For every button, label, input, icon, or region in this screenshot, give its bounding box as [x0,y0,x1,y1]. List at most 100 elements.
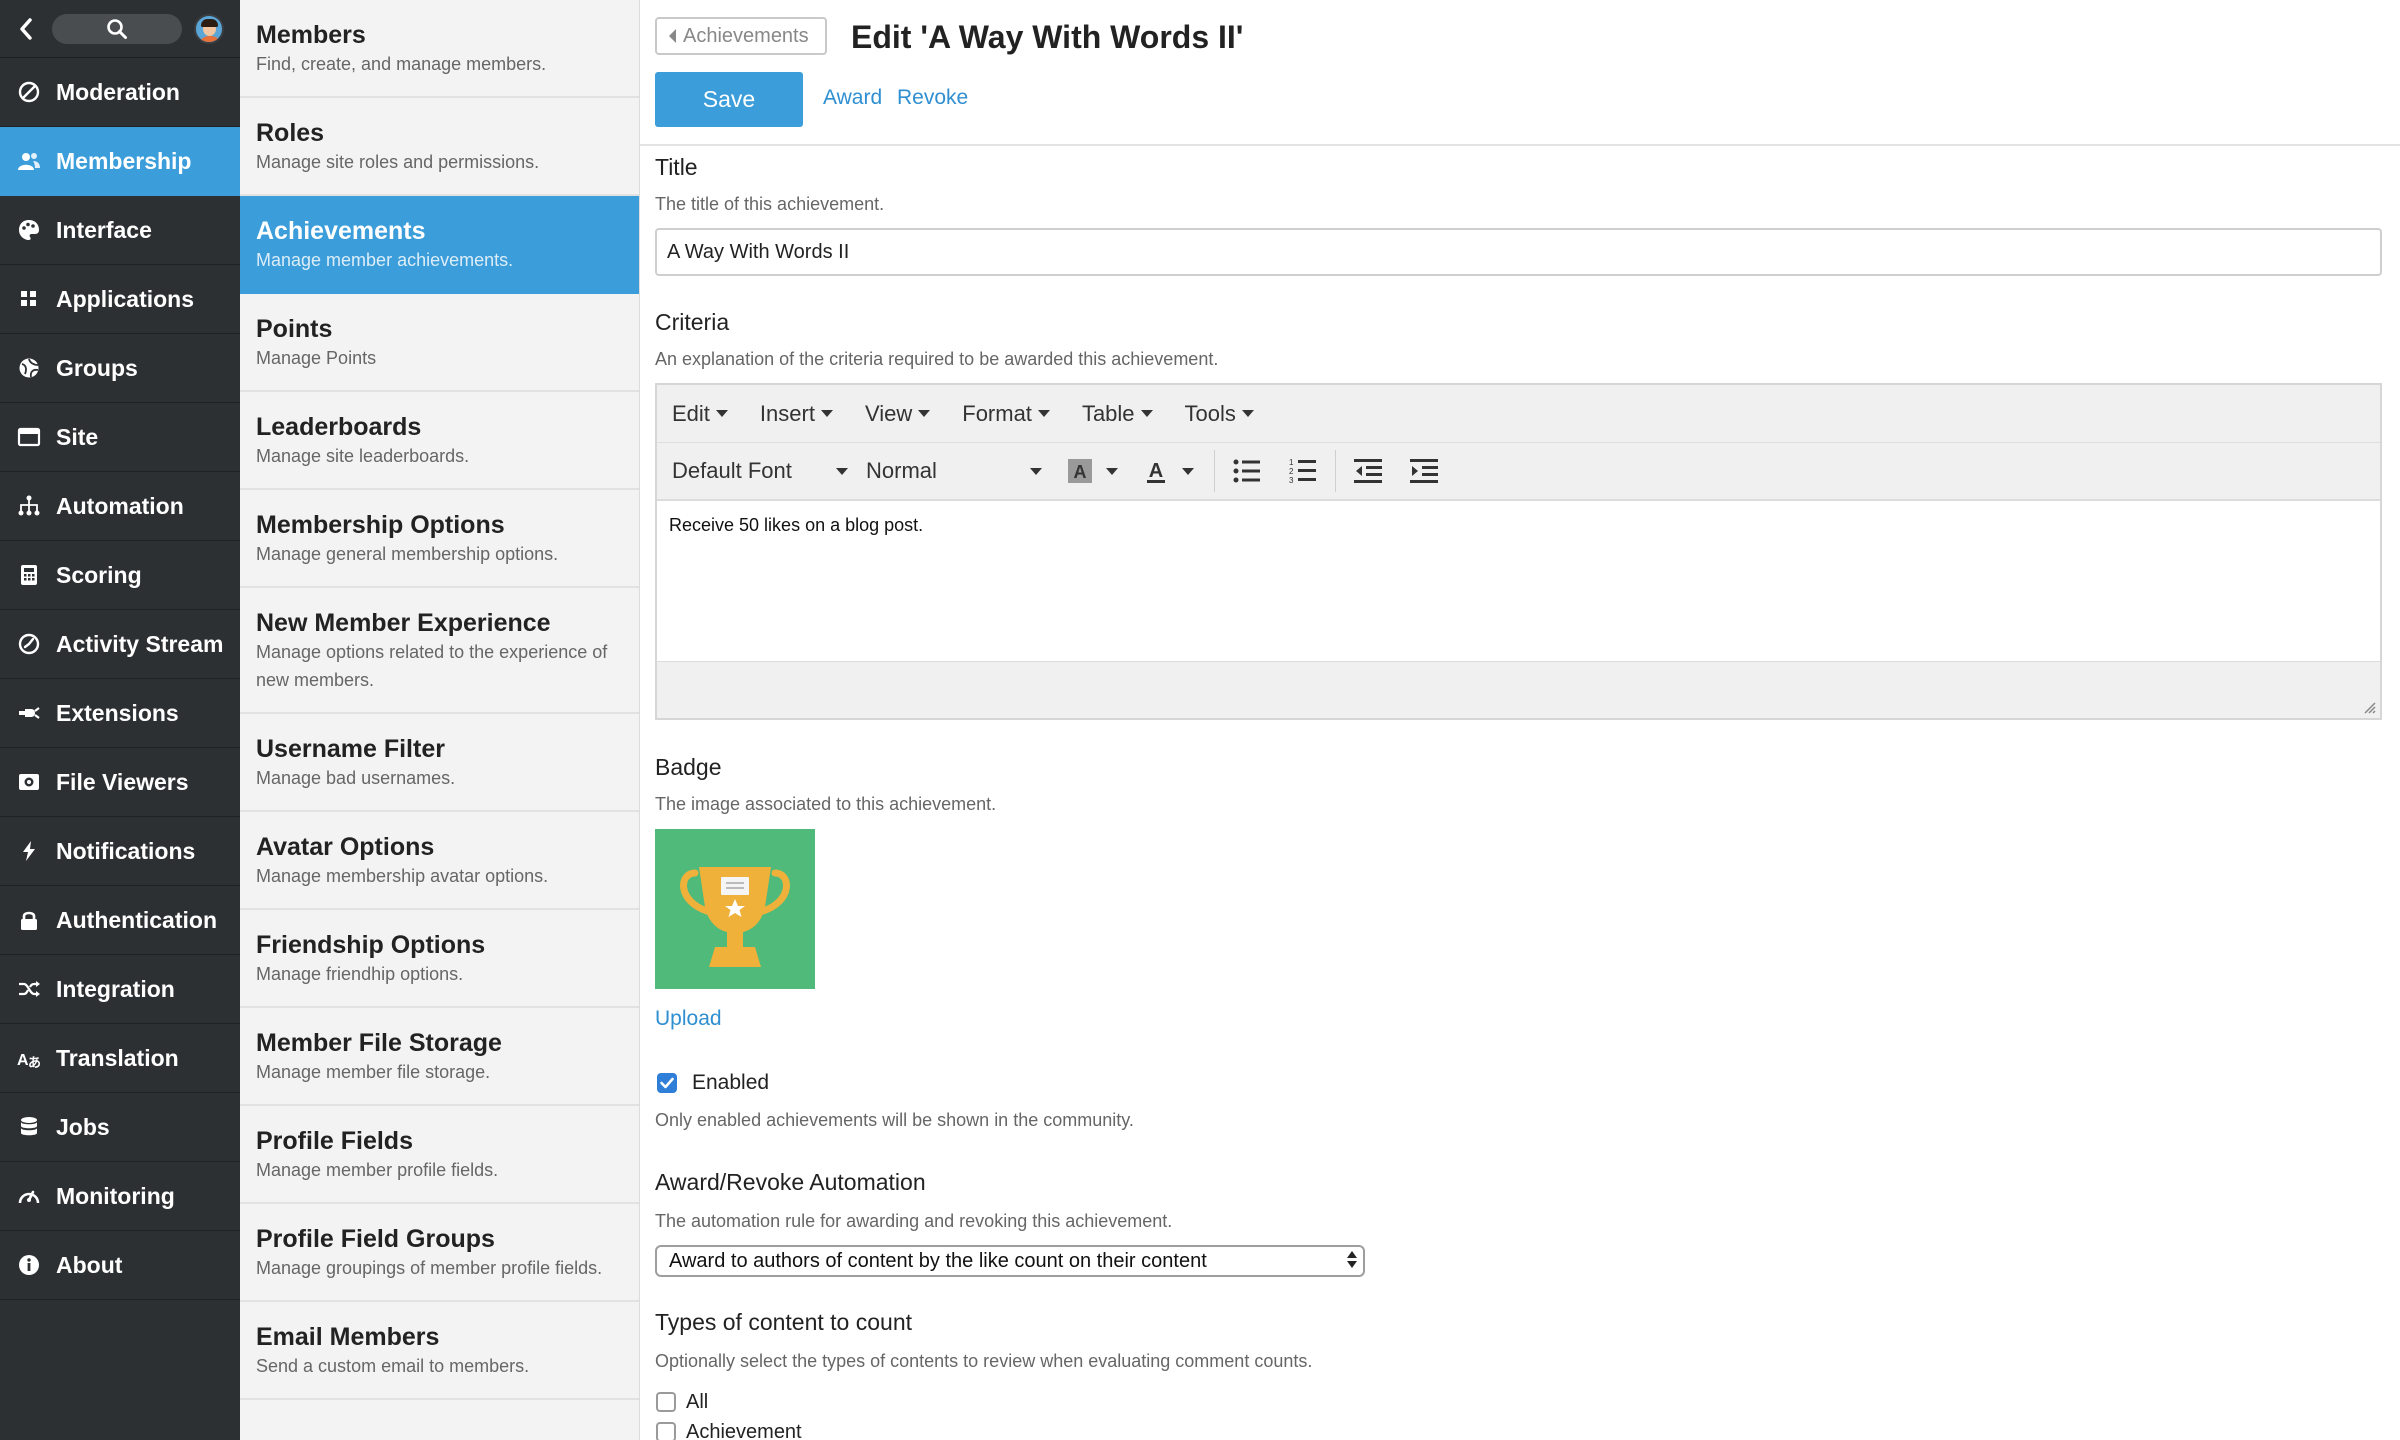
caret-down-icon [918,410,931,417]
editor-content-text: Receive 50 likes on a blog post. [669,515,924,535]
indent-icon [1410,459,1438,483]
subnav-item-points[interactable]: Points Manage Points [240,294,639,392]
svg-text:2: 2 [1289,467,1294,476]
nav-item-moderation[interactable]: Moderation [0,58,240,127]
subnav-item-avatar-options[interactable]: Avatar Options Manage membership avatar o… [240,812,639,910]
avatar[interactable] [194,13,224,44]
editor-menubar: Edit Insert View Format Table Tools [657,385,2380,443]
enabled-label: Enabled [692,1071,770,1094]
primary-nav: Moderation Membership Interface Application… [0,0,240,1440]
nav-item-site[interactable]: Site [0,403,240,472]
text-color-button[interactable]: A [1142,451,1170,491]
criteria-description: An explanation of the criteria required … [655,349,1219,369]
numbered-list-button[interactable]: 123 [1283,451,1323,491]
nav-item-authentication[interactable]: Authentication [0,886,240,955]
subnav-item-description: Manage friendhip options. [256,964,464,984]
editor-menu-view[interactable]: View [865,401,931,427]
nav-item-about[interactable]: About [0,1231,240,1300]
editor-content-area[interactable]: Receive 50 likes on a blog post. [657,501,2380,661]
search-icon [107,18,127,39]
nav-item-monitoring[interactable]: Monitoring [0,1162,240,1231]
nav-item-label: Automation [56,492,184,519]
title-input[interactable] [655,228,2382,276]
membership-icon [16,148,42,174]
editor-menu-table[interactable]: Table [1082,401,1153,427]
editor-menu-format[interactable]: Format [962,401,1050,427]
upload-link[interactable]: Upload [655,1007,722,1031]
subnav-item-title: Avatar Options [256,833,435,861]
nav-item-jobs[interactable]: Jobs [0,1093,240,1162]
nav-item-notifications[interactable]: Notifications [0,817,240,886]
info-icon [16,1252,42,1278]
nav-item-extensions[interactable]: Extensions [0,679,240,748]
nav-item-activity-stream[interactable]: Activity Stream [0,610,240,679]
subnav-item-description: Manage membership avatar options. [256,866,549,886]
automation-select-value: Award to authors of content by the like … [669,1249,1207,1272]
subnav-item-new-member-experience[interactable]: New Member Experience Manage options rela… [240,588,639,714]
subnav-item-membership-options[interactable]: Membership Options Manage general members… [240,490,639,588]
editor-menu-edit[interactable]: Edit [672,401,728,427]
subnav-item-title: Members [256,21,366,49]
editor-menu-tools[interactable]: Tools [1185,401,1254,427]
indent-button[interactable] [1404,451,1444,491]
window-icon [16,424,42,450]
background-color-button[interactable]: A [1066,451,1094,491]
subnav-item-description: Manage Points [256,348,377,368]
font-family-select[interactable]: Default Font [672,458,848,484]
automation-label: Award/Revoke Automation [655,1169,926,1195]
enabled-checkbox[interactable] [657,1073,677,1093]
nav-item-file-viewers[interactable]: File Viewers [0,748,240,817]
background-color-dropdown[interactable] [1098,451,1126,491]
subnav-item-achievements[interactable]: Achievements Manage member achievements. [240,196,639,294]
subnav-item-leaderboards[interactable]: Leaderboards Manage site leaderboards. [240,392,639,490]
editor-menu-insert[interactable]: Insert [760,401,833,427]
nav-top-bar [0,0,240,58]
enabled-description: Only enabled achievements will be shown … [655,1110,1134,1130]
moderation-icon [16,79,42,105]
subnav-item-email-members[interactable]: Email Members Send a custom email to memb… [240,1302,639,1400]
text-color-dropdown[interactable] [1174,451,1202,491]
revoke-link[interactable]: Revoke [897,86,968,110]
svg-text:あ: あ [28,1055,41,1070]
editor-menu-label: Format [962,400,1032,426]
subnav-item-members[interactable]: Members Find, create, and manage members. [240,0,639,98]
subnav-item-roles[interactable]: Roles Manage site roles and permissions. [240,98,639,196]
resize-handle-icon[interactable] [2362,700,2376,714]
nav-item-applications[interactable]: Applications [0,265,240,334]
type-checkbox-achievement[interactable] [656,1422,676,1440]
subnav-item-title: Member File Storage [256,1029,502,1057]
nav-search-button[interactable] [52,13,182,44]
font-size-select[interactable]: Normal [866,458,1042,484]
editor-menu-label: Insert [759,400,815,426]
automation-select[interactable]: Award to authors of content by the like … [655,1245,1365,1277]
subnav-item-profile-field-groups[interactable]: Profile Field Groups Manage groupings of … [240,1204,639,1302]
nav-item-translation[interactable]: A あ Translation [0,1024,240,1093]
toolbar-divider [1214,450,1215,492]
type-checkbox-all[interactable] [656,1392,676,1412]
subnav-item-username-filter[interactable]: Username Filter Manage bad usernames. [240,714,639,812]
title-label: Title [655,154,698,180]
editor-toolbar: Default Font Normal A A 123 [657,443,2380,501]
trophy-icon [680,867,790,967]
nav-item-integration[interactable]: Integration [0,955,240,1024]
award-link[interactable]: Award [823,86,882,110]
shuffle-icon [16,976,42,1002]
nav-item-label: Notifications [56,837,196,864]
nav-item-scoring[interactable]: Scoring [0,541,240,610]
svg-text:1: 1 [1289,458,1294,467]
subnav-item-member-file-storage[interactable]: Member File Storage Manage member file st… [240,1008,639,1106]
bullet-list-button[interactable] [1227,451,1267,491]
nav-item-groups[interactable]: Groups [0,334,240,403]
subnav-item-profile-fields[interactable]: Profile Fields Manage member profile fiel… [240,1106,639,1204]
back-button[interactable] [10,9,42,49]
nav-item-membership[interactable]: Membership [0,127,240,196]
nav-item-label: Extensions [56,699,179,726]
subnav-item-friendship-options[interactable]: Friendship Options Manage friendhip optio… [240,910,639,1008]
subnav-item-title: Leaderboards [256,413,422,441]
nav-item-automation[interactable]: Automation [0,472,240,541]
nav-item-label: Jobs [56,1113,110,1140]
outdent-button[interactable] [1348,451,1388,491]
breadcrumb-back-button[interactable]: Achievements [655,17,827,55]
nav-item-interface[interactable]: Interface [0,196,240,265]
save-button[interactable]: Save [655,72,803,127]
